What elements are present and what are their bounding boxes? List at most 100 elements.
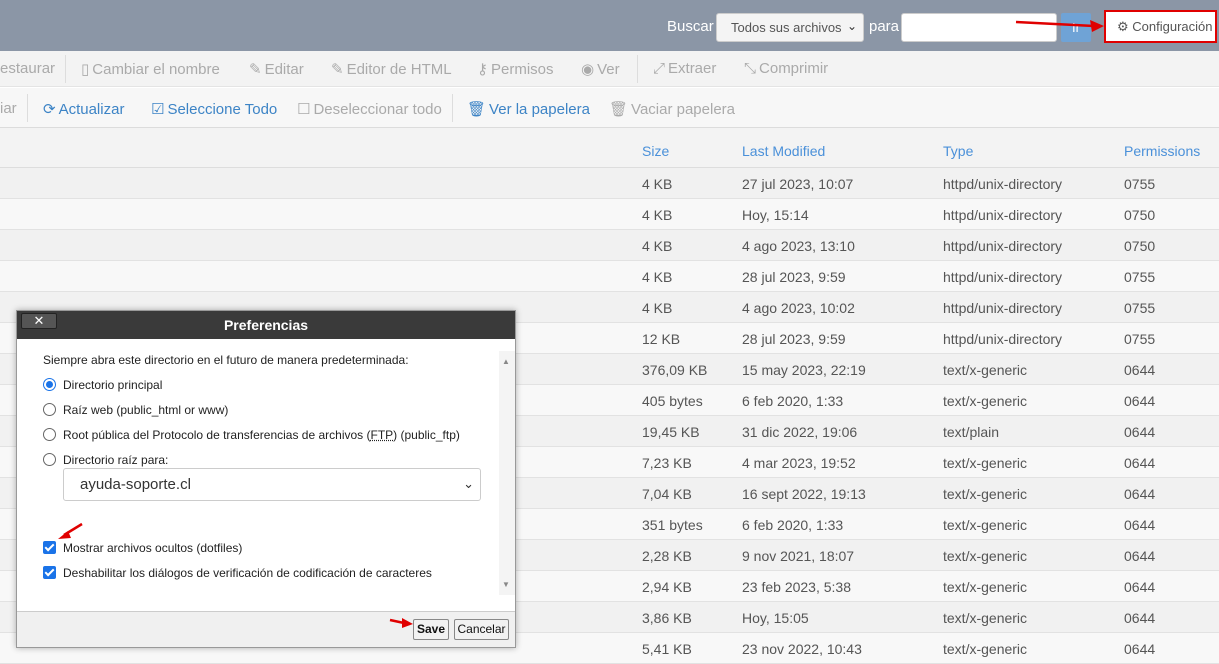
cell-last-modified: 16 sept 2022, 19:13 — [742, 486, 866, 502]
cell-last-modified: 23 feb 2023, 5:38 — [742, 579, 851, 595]
select-all-button[interactable]: ☑ Seleccione Todo — [151, 100, 277, 118]
ftp-abbr: FTP — [370, 428, 394, 442]
view-button[interactable]: ◉ Ver — [581, 60, 620, 78]
dialog-title: Preferencias — [223, 317, 309, 333]
partial-button[interactable]: iar — [0, 100, 17, 117]
cell-size: 3,86 KB — [642, 610, 692, 626]
trash-icon: 🗑 — [609, 101, 629, 118]
close-button[interactable]: ✕ — [21, 313, 57, 329]
cell-size: 4 KB — [642, 176, 673, 192]
rename-button[interactable]: ▯ Cambiar el nombre — [81, 60, 220, 78]
dialog-scrollbar[interactable]: ▲ ▼ — [499, 351, 515, 595]
column-type[interactable]: Type — [943, 143, 973, 159]
radio-home[interactable] — [43, 378, 56, 391]
close-icon: ✕ — [33, 313, 45, 328]
divider — [65, 55, 66, 83]
expand-icon: ⤢ — [653, 60, 666, 77]
table-row[interactable]: 4 KB Hoy, 15:14 httpd/unix-directory 0750 — [0, 199, 1219, 230]
option-home-directory[interactable]: Directorio principal — [43, 378, 162, 392]
selection-toolbar: iar ⟳ Actualizar ☑ Seleccione Todo ☐ Desele… — [0, 88, 1219, 128]
default-directory-prompt: Siempre abra este directorio en el futur… — [43, 353, 409, 367]
partial-label: iar — [0, 100, 17, 117]
permissions-button[interactable]: ⚷ Permisos — [477, 60, 554, 78]
radio-document-root[interactable] — [43, 453, 56, 466]
show-hidden-label: Mostrar archivos ocultos (dotfiles) — [63, 541, 243, 555]
cell-size: 2,28 KB — [642, 548, 692, 564]
compress-button[interactable]: ⤡ Comprimir — [744, 60, 828, 77]
cell-permissions: 0644 — [1124, 610, 1156, 626]
deselect-all-button[interactable]: ☐ Deseleccionar todo — [297, 100, 442, 118]
cell-last-modified: Hoy, 15:05 — [742, 610, 809, 626]
cell-permissions: 0755 — [1124, 176, 1156, 192]
view-trash-button[interactable]: 🗑 Ver la papelera — [467, 100, 590, 118]
cell-permissions: 0644 — [1124, 486, 1156, 502]
save-label: Save — [416, 622, 446, 636]
cell-type: text/plain — [943, 424, 1000, 440]
cell-size: 376,09 KB — [642, 362, 708, 378]
cell-type: httpd/unix-directory — [943, 300, 1063, 316]
column-size[interactable]: Size — [642, 143, 669, 159]
option-web-root[interactable]: Raíz web (public_html or www) — [43, 403, 228, 417]
search-label: Buscar — [667, 18, 714, 35]
cell-size: 4 KB — [642, 238, 673, 254]
cell-permissions: 0644 — [1124, 362, 1156, 378]
restore-button[interactable]: estaurar — [0, 60, 55, 77]
cell-type: httpd/unix-directory — [943, 269, 1063, 285]
view-label: Ver — [597, 61, 620, 78]
scroll-down-icon[interactable]: ▼ — [502, 580, 510, 589]
compress-icon: ⤡ — [744, 60, 757, 77]
table-row[interactable]: 4 KB 27 jul 2023, 10:07 httpd/unix-directo… — [0, 168, 1219, 199]
cell-permissions: 0644 — [1124, 548, 1156, 564]
settings-button[interactable]: ⚙ Configuración — [1104, 10, 1217, 43]
empty-trash-label: Vaciar papelera — [631, 101, 735, 118]
option-document-root[interactable]: Directorio raíz para: — [43, 453, 168, 467]
cell-permissions: 0755 — [1124, 331, 1156, 347]
search-scope-select[interactable]: Todos sus archivos ⌄ — [716, 13, 864, 42]
gear-icon: ⚙ — [1117, 19, 1129, 34]
permissions-label: Permisos — [491, 61, 554, 78]
edit-button[interactable]: ✎ Editar — [249, 60, 304, 78]
dialog-footer: Save Cancelar — [17, 611, 515, 647]
divider — [27, 94, 28, 122]
cell-type: text/x-generic — [943, 393, 1028, 409]
cell-permissions: 0644 — [1124, 393, 1156, 409]
show-hidden-checkbox[interactable] — [43, 541, 56, 554]
file-table-header: Size Last Modified Type Permissions — [0, 128, 1219, 168]
disable-encoding-option[interactable]: Deshabilitar los diálogos de verificació… — [43, 566, 432, 580]
option-ftp-root[interactable]: Root pública del Protocolo de transferen… — [43, 428, 460, 442]
for-label: para — [869, 18, 900, 35]
pencil-icon: ✎ — [249, 61, 262, 78]
annotation-arrow-save — [389, 618, 413, 628]
table-row[interactable]: 4 KB 4 ago 2023, 13:10 httpd/unix-director… — [0, 230, 1219, 261]
cell-permissions: 0750 — [1124, 238, 1156, 254]
cell-last-modified: 9 nov 2021, 18:07 — [742, 548, 855, 564]
extract-button[interactable]: ⤢ Extraer — [653, 60, 716, 77]
cancel-button[interactable]: Cancelar — [454, 619, 509, 640]
cell-last-modified: 23 nov 2022, 10:43 — [742, 641, 862, 657]
option-home-label: Directorio principal — [63, 378, 163, 392]
radio-web-root[interactable] — [43, 403, 56, 416]
cell-last-modified: 4 mar 2023, 19:52 — [742, 455, 856, 471]
column-permissions[interactable]: Permissions — [1124, 143, 1200, 159]
reload-button[interactable]: ⟳ Actualizar — [43, 100, 124, 118]
show-hidden-files-option[interactable]: Mostrar archivos ocultos (dotfiles) — [43, 541, 242, 555]
radio-ftp-root[interactable] — [43, 428, 56, 441]
empty-trash-button[interactable]: 🗑 Vaciar papelera — [609, 100, 735, 118]
cell-type: httpd/unix-directory — [943, 331, 1063, 347]
table-row[interactable]: 4 KB 28 jul 2023, 9:59 httpd/unix-director… — [0, 261, 1219, 292]
column-last-modified[interactable]: Last Modified — [742, 143, 825, 159]
domain-select[interactable]: ayuda-soporte.cl ⌄ — [63, 468, 481, 501]
scroll-up-icon[interactable]: ▲ — [502, 357, 510, 366]
cell-size: 405 bytes — [642, 393, 703, 409]
cell-type: text/x-generic — [943, 579, 1028, 595]
cell-type: httpd/unix-directory — [943, 176, 1063, 192]
disable-encoding-checkbox[interactable] — [43, 566, 56, 579]
save-button[interactable]: Save — [413, 619, 449, 640]
cell-permissions: 0644 — [1124, 517, 1156, 533]
edit-label: Editar — [264, 61, 304, 78]
edit-square-icon: ✎ — [331, 61, 344, 78]
file-actions-toolbar: estaurar ▯ Cambiar el nombre ✎ Editar ✎ Edi… — [0, 51, 1219, 87]
cell-type: text/x-generic — [943, 362, 1028, 378]
html-editor-button[interactable]: ✎ Editor de HTML — [331, 60, 452, 78]
dialog-title-bar: Preferencias ✕ — [17, 311, 515, 339]
